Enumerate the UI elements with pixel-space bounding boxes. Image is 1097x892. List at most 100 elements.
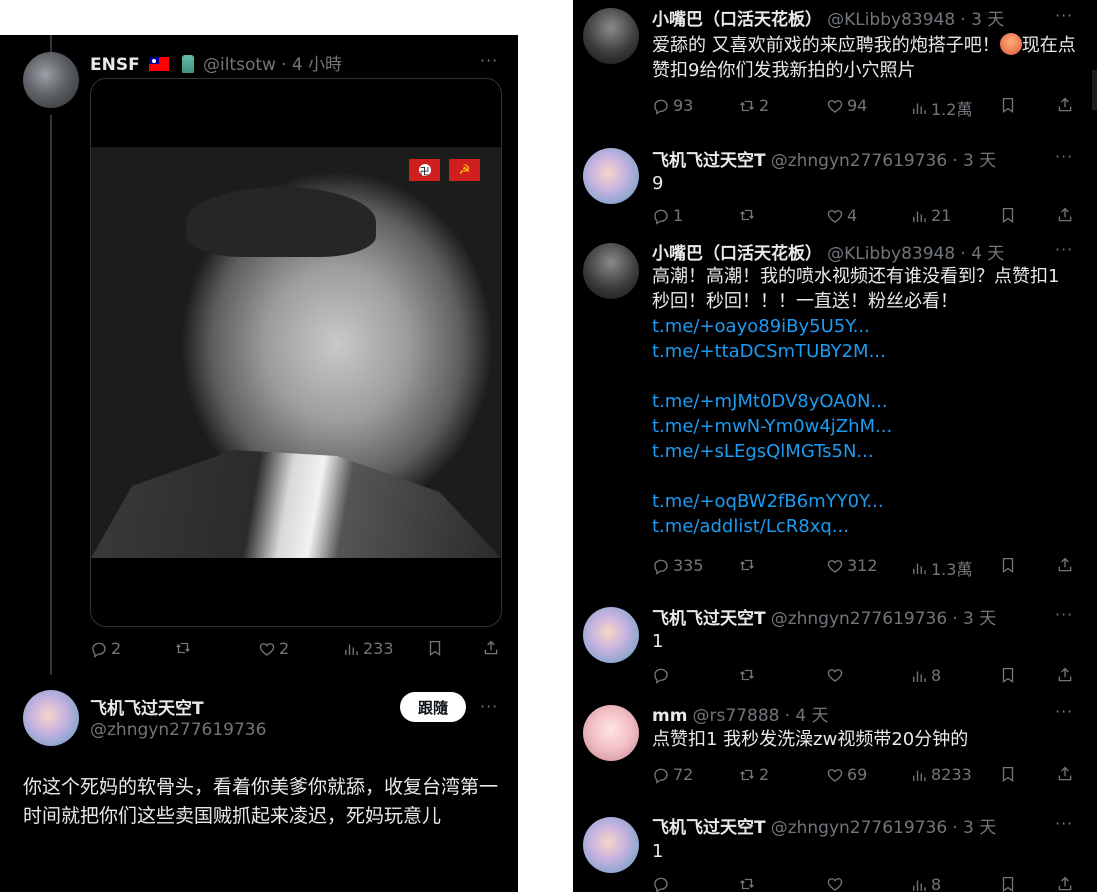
telegram-link[interactable]: t.me/+ttaDCSmTUBY2M... xyxy=(652,339,1077,364)
more-options-icon[interactable]: ··· xyxy=(480,697,498,716)
views-button[interactable]: 1.2萬 xyxy=(910,96,972,120)
telegram-link[interactable]: t.me/+mJMt0DV8yOA0N... xyxy=(652,389,1077,414)
share-button[interactable] xyxy=(1056,206,1074,224)
share-button[interactable] xyxy=(1056,765,1074,783)
user-handle[interactable]: @zhngyn277619736 xyxy=(90,720,266,740)
bookmark-button[interactable] xyxy=(426,639,444,657)
avatar[interactable] xyxy=(583,243,639,299)
post-time[interactable]: · 4 小時 xyxy=(281,55,342,75)
bookmark-button[interactable] xyxy=(999,96,1017,114)
user-handle[interactable]: @KLibby83948 xyxy=(827,244,955,264)
scrollbar[interactable] xyxy=(1092,70,1097,110)
post-actions: 72 2 69 8233 xyxy=(652,765,1077,789)
share-button[interactable] xyxy=(482,639,500,657)
display-name[interactable]: 飞机飞过天空T xyxy=(652,609,766,629)
bookmark-button[interactable] xyxy=(999,666,1017,684)
like-button[interactable] xyxy=(826,666,847,684)
user-handle[interactable]: @iltsotw xyxy=(203,55,276,75)
reply-button[interactable] xyxy=(652,875,673,892)
heart-icon xyxy=(826,207,844,225)
repost-button[interactable]: 2 xyxy=(738,765,769,784)
display-name[interactable]: 飞机飞过天空T xyxy=(652,818,766,838)
like-button[interactable]: 312 xyxy=(826,556,878,575)
more-options-icon[interactable]: ··· xyxy=(1055,702,1073,721)
avatar[interactable] xyxy=(583,817,639,873)
bookmark-icon xyxy=(999,556,1017,574)
post-time[interactable]: · 3 天 xyxy=(952,609,996,629)
views-button[interactable]: 8233 xyxy=(910,765,972,784)
repost-button[interactable] xyxy=(738,556,759,574)
like-button[interactable]: 2 xyxy=(258,639,289,658)
user-handle[interactable]: @zhngyn277619736 xyxy=(771,818,947,838)
avatar[interactable] xyxy=(583,148,639,204)
like-button[interactable]: 94 xyxy=(826,96,867,115)
reply-button[interactable]: 335 xyxy=(652,556,704,575)
avatar[interactable] xyxy=(583,705,639,761)
telegram-link[interactable]: t.me/+mwN-Ym0w4jZhM... xyxy=(652,414,1077,439)
post-header: 飞机飞过天空T @zhngyn277619736 · 3 天 xyxy=(652,604,996,629)
views-button[interactable]: 8 xyxy=(910,875,941,892)
more-options-icon[interactable]: ··· xyxy=(1055,605,1073,624)
repost-button[interactable] xyxy=(738,666,759,684)
right-screenshot-panel: 小嘴巴（口活天花板） @KLibby83948 · 3 天 ··· 爱舔的 又喜… xyxy=(573,0,1097,892)
like-button[interactable]: 69 xyxy=(826,765,867,784)
bookmark-button[interactable] xyxy=(999,875,1017,892)
views-button[interactable]: 1.3萬 xyxy=(910,556,972,580)
bookmark-icon xyxy=(999,96,1017,114)
follow-button[interactable]: 跟隨 xyxy=(400,692,466,722)
share-icon xyxy=(1056,556,1074,574)
bookmark-button[interactable] xyxy=(999,556,1017,574)
reply-button[interactable]: 93 xyxy=(652,96,693,115)
user-handle[interactable]: @zhngyn277619736 xyxy=(771,609,947,629)
user-handle[interactable]: @KLibby83948 xyxy=(827,10,955,30)
user-handle[interactable]: @rs77888 xyxy=(693,706,780,726)
display-name[interactable]: 小嘴巴（口活天花板） xyxy=(652,10,822,30)
post-time[interactable]: · 3 天 xyxy=(960,10,1004,30)
share-button[interactable] xyxy=(1056,875,1074,892)
like-button[interactable]: 4 xyxy=(826,206,857,225)
repost-button[interactable] xyxy=(738,875,759,892)
like-button[interactable] xyxy=(826,875,847,892)
heart-icon xyxy=(826,766,844,784)
display-name[interactable]: mm xyxy=(652,706,687,726)
display-name[interactable]: 飞机飞过天空T xyxy=(90,699,204,719)
reply-icon xyxy=(90,640,108,658)
avatar[interactable] xyxy=(583,607,639,663)
bookmark-button[interactable] xyxy=(999,206,1017,224)
display-name[interactable]: 飞机飞过天空T xyxy=(652,151,766,171)
post-image[interactable]: 卍 ☭ xyxy=(90,78,502,627)
telegram-link[interactable]: t.me/+oqBW2fB6mYY0Y... xyxy=(652,489,1077,514)
avatar[interactable] xyxy=(23,690,79,746)
more-options-icon[interactable]: ··· xyxy=(1055,240,1073,259)
views-button[interactable]: 21 xyxy=(910,206,951,225)
telegram-link[interactable]: t.me/+sLEgsQlMGTs5N... xyxy=(652,439,1077,464)
more-options-icon[interactable]: ··· xyxy=(1055,6,1073,25)
bookmark-button[interactable] xyxy=(999,765,1017,783)
views-button[interactable]: 233 xyxy=(342,639,394,658)
repost-button[interactable] xyxy=(738,206,759,224)
post-time[interactable]: · 3 天 xyxy=(952,818,996,838)
avatar[interactable] xyxy=(23,52,79,108)
more-options-icon[interactable]: ··· xyxy=(480,51,498,70)
reply-button[interactable]: 1 xyxy=(652,206,683,225)
more-options-icon[interactable]: ··· xyxy=(1055,814,1073,833)
telegram-link[interactable]: t.me/addlist/LcR8xq... xyxy=(652,514,1077,539)
more-options-icon[interactable]: ··· xyxy=(1055,147,1073,166)
display-name[interactable]: 小嘴巴（口活天花板） xyxy=(652,244,822,264)
share-button[interactable] xyxy=(1056,556,1074,574)
reply-button[interactable] xyxy=(652,666,673,684)
repost-button[interactable]: 2 xyxy=(738,96,769,115)
reply-button[interactable]: 2 xyxy=(90,639,121,658)
post-time[interactable]: · 4 天 xyxy=(785,706,829,726)
reply-button[interactable]: 72 xyxy=(652,765,693,784)
telegram-link[interactable]: t.me/+oayo89iBy5U5Y... xyxy=(652,314,1077,339)
share-button[interactable] xyxy=(1056,96,1074,114)
post-time[interactable]: · 3 天 xyxy=(952,151,996,171)
repost-button[interactable] xyxy=(174,639,195,657)
views-button[interactable]: 8 xyxy=(910,666,941,685)
display-name[interactable]: ENSF xyxy=(90,55,140,75)
user-handle[interactable]: @zhngyn277619736 xyxy=(771,151,947,171)
post-time[interactable]: · 4 天 xyxy=(960,244,1004,264)
avatar[interactable] xyxy=(583,8,639,64)
share-button[interactable] xyxy=(1056,666,1074,684)
